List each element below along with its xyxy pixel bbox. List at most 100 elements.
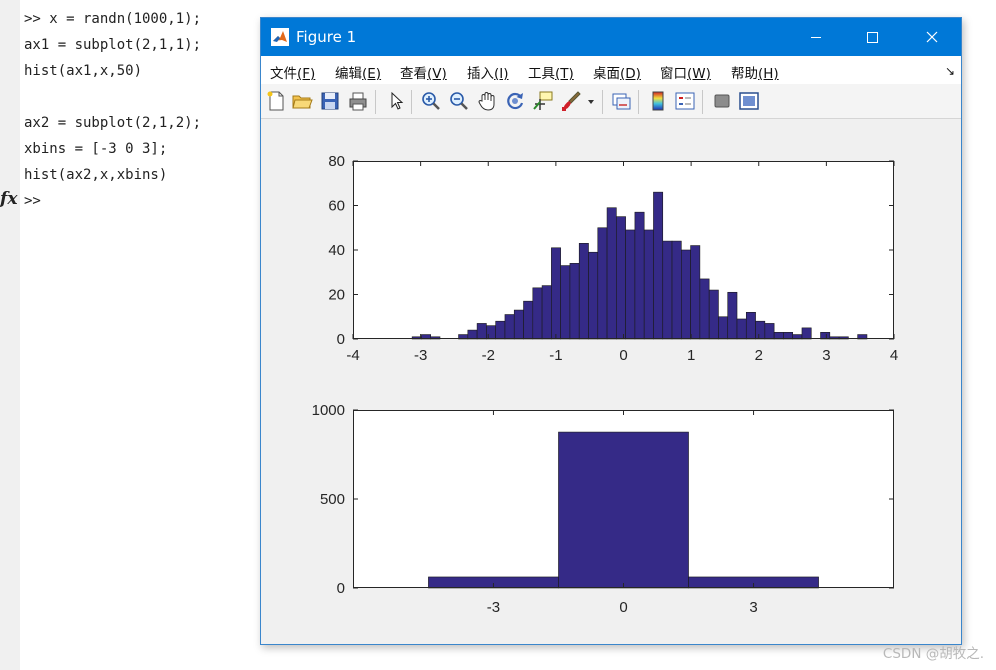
histogram-bar (495, 320, 506, 340)
menu-insert[interactable]: 插入(I) (467, 62, 509, 82)
menu-desktop[interactable]: 桌面(D) (593, 62, 641, 82)
open-file-icon[interactable] (291, 90, 313, 112)
histogram-bar (597, 227, 608, 340)
histogram-bar (699, 278, 710, 340)
command-prompt[interactable]: >> (24, 188, 201, 214)
x-tick-label: -3 (487, 599, 500, 616)
link-plot-icon[interactable] (610, 90, 632, 112)
histogram-bar (513, 309, 524, 340)
histogram-bar (588, 251, 599, 340)
command-line: xbins = [-3 0 3]; (24, 141, 168, 157)
command-window-text[interactable]: >> x = randn(1000,1); ax1 = subplot(2,1,… (24, 6, 201, 214)
colorbar-icon[interactable] (647, 90, 669, 112)
histogram-bar (783, 332, 793, 340)
menu-tools[interactable]: 工具(T) (528, 62, 574, 82)
menu-view[interactable]: 查看(V) (400, 62, 447, 82)
histogram-bar (541, 285, 552, 340)
toolbar-separator (411, 90, 412, 114)
x-tick-label: 4 (890, 347, 898, 364)
x-tick-label: 3 (749, 599, 757, 616)
legend-icon[interactable] (674, 90, 696, 112)
histogram-bar (708, 289, 719, 340)
rotate-icon[interactable] (504, 90, 526, 112)
dock-arrow-icon[interactable]: ↘ (945, 64, 955, 78)
y-tick-label: 0 (337, 580, 345, 597)
maximize-button[interactable] (844, 18, 900, 56)
chevron-down-icon[interactable] (586, 90, 596, 112)
histogram-bar (558, 431, 689, 589)
toolbar-separator (375, 90, 376, 114)
command-line: ax2 = subplot(2,1,2); (24, 115, 202, 131)
menu-help[interactable]: 帮助(H) (731, 62, 779, 82)
x-tick-label: 0 (619, 599, 627, 616)
histogram-bar (764, 323, 775, 340)
histogram-bar (560, 265, 571, 340)
minimize-button[interactable] (788, 18, 844, 56)
histogram-bar (727, 291, 738, 340)
histogram-bar (653, 191, 664, 340)
plot-area: -4 -3 -2 -1 0 1 2 3 4020406080 -3 0 305001000 (312, 153, 899, 616)
histogram-bar (820, 332, 831, 340)
y-tick-label: 80 (328, 153, 345, 170)
fx-icon[interactable]: fx (0, 189, 17, 209)
histogram-bar (625, 229, 636, 340)
x-tick-label: -1 (549, 347, 562, 364)
window-title: Figure 1 (296, 28, 357, 46)
pan-icon[interactable] (476, 90, 498, 112)
command-window-gutter (0, 0, 20, 670)
histogram-bar (736, 318, 747, 340)
y-tick-label: 1000 (312, 402, 345, 419)
command-line (24, 84, 201, 110)
histogram-bar (504, 314, 515, 340)
menu-bar: 文件(F) 编辑(E) 查看(V) 插入(I) 工具(T) 桌面(D) 窗口(W… (261, 56, 961, 84)
histogram-bar (578, 243, 589, 340)
histogram-bar (634, 211, 645, 340)
x-tick-label: 0 (619, 347, 627, 364)
title-bar[interactable]: Figure 1 (261, 18, 961, 56)
brush-icon[interactable] (560, 90, 582, 112)
command-line: hist(ax2,x,xbins) (24, 167, 168, 183)
figure-window: Figure 1 文件(F) 编辑(E) 查看(V) 插入(I) 工具(T) 桌… (260, 17, 962, 645)
zoom-out-icon[interactable] (448, 90, 470, 112)
command-line: >> x = randn(1000,1); (24, 11, 202, 27)
menu-file[interactable]: 文件(F) (270, 62, 315, 82)
histogram-bar (467, 329, 478, 340)
histogram-bar (801, 327, 812, 340)
axes-top[interactable]: -4 -3 -2 -1 0 1 2 3 4020406080 (328, 153, 898, 364)
zoom-in-icon[interactable] (420, 90, 442, 112)
histogram-bar (773, 332, 784, 340)
histogram-bar (671, 240, 682, 340)
x-tick-label: 1 (687, 347, 695, 364)
toolbar-separator (638, 90, 639, 114)
toolbar-separator (702, 90, 703, 114)
x-tick-label: 3 (822, 347, 830, 364)
figure-toolbar (261, 84, 961, 119)
histogram-bar (551, 247, 561, 340)
show-plot-tools-icon[interactable] (738, 90, 760, 112)
menu-edit[interactable]: 编辑(E) (335, 62, 381, 82)
histogram-bar (569, 263, 580, 340)
x-tick-label: -2 (482, 347, 495, 364)
menu-window[interactable]: 窗口(W) (660, 62, 711, 82)
data-cursor-icon[interactable] (532, 90, 554, 112)
histogram-bar (690, 245, 701, 340)
save-icon[interactable] (319, 90, 341, 112)
histogram-bar (606, 207, 617, 340)
new-figure-icon[interactable] (265, 90, 287, 112)
histogram-bar (643, 229, 654, 340)
y-tick-label: 60 (328, 198, 345, 215)
toolbar-separator (602, 90, 603, 114)
command-line: ax1 = subplot(2,1,1); (24, 37, 202, 53)
print-icon[interactable] (347, 90, 369, 112)
x-tick-label: -4 (346, 347, 359, 364)
close-button[interactable] (904, 18, 960, 56)
axes-bottom[interactable]: -3 0 3 0 500 1000 (312, 402, 894, 616)
histogram-bar (681, 249, 691, 340)
hide-plot-tools-icon[interactable] (711, 90, 733, 112)
pointer-icon[interactable] (385, 90, 407, 112)
x-tick-label: 2 (755, 347, 763, 364)
histogram-bar (532, 287, 543, 340)
matlab-logo-icon (271, 28, 289, 46)
histogram-bar (616, 216, 626, 340)
histogram-bar (755, 320, 766, 340)
